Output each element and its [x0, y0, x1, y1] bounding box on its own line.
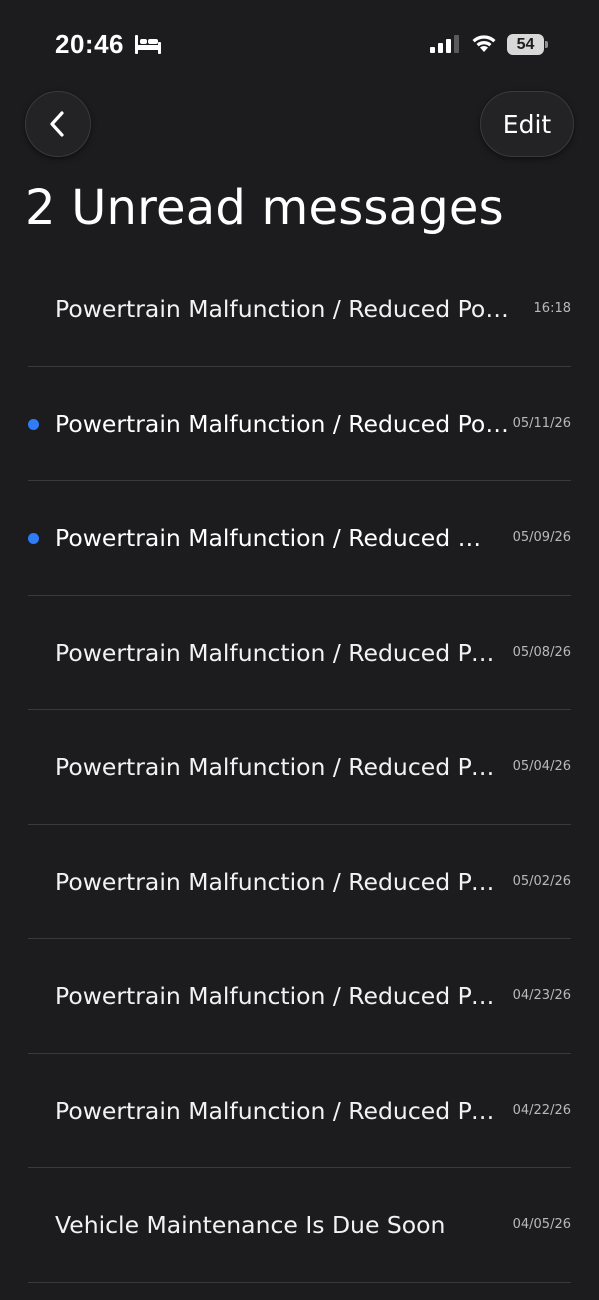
message-date: 05/11/26 [512, 415, 571, 431]
message-row[interactable]: Powertrain Malfunction / Reduced Power 05… [0, 825, 599, 939]
message-title: Powertrain Malfunction / Reduced Power [55, 409, 513, 438]
message-title: Powertrain Malfunction / Reduced Power [55, 753, 503, 781]
message-list: Powertrain Malfunction / Reduced Power 16… [0, 252, 599, 1283]
message-date: 05/08/26 [512, 644, 571, 660]
signal-icon [430, 35, 459, 53]
message-row[interactable]: Powertrain Malfunction / Reduced Power 05… [0, 710, 599, 825]
chevron-left-icon [50, 111, 64, 137]
message-row[interactable]: Vehicle Maintenance Is Due Soon 04/05/26 [0, 1168, 599, 1283]
message-row[interactable]: Powertrain Malfunction / Reduced Power 04… [0, 1054, 599, 1168]
message-row[interactable]: Powertrain Malfunction / Reduced Power 05… [0, 367, 599, 481]
message-date: 05/02/26 [512, 873, 571, 889]
battery-level: 54 [516, 36, 535, 53]
back-button[interactable] [25, 91, 91, 157]
wifi-icon [472, 35, 496, 52]
unread-dot-icon [28, 533, 39, 544]
message-date: 05/04/26 [512, 759, 571, 774]
message-title: Vehicle Maintenance Is Due Soon [55, 1211, 446, 1239]
edit-button[interactable]: Edit [480, 91, 574, 157]
message-title: Powertrain Malfunction / Reduced Power [55, 982, 505, 1010]
unread-dot-icon [28, 418, 39, 430]
message-title: Powertrain Malfunction / Reduced Power [55, 638, 503, 667]
message-date: 04/23/26 [512, 988, 571, 1003]
message-row[interactable]: Powertrain Malfunction / Reduced Power 16… [0, 252, 599, 367]
message-row[interactable]: Powertrain Malfunction / Reduced Power 05… [0, 596, 599, 710]
message-title: Powertrain Malfunction / Reduced Power [55, 1096, 505, 1125]
message-row[interactable]: Powertrain Malfunction / Reduced Power 05… [0, 481, 599, 596]
message-date: 04/22/26 [512, 1102, 571, 1118]
message-date: 16:18 [533, 301, 571, 316]
message-title: Powertrain Malfunction / Reduced Power [55, 867, 503, 896]
status-bar: 20:46 54 [0, 0, 599, 80]
divider [28, 1281, 571, 1283]
message-row[interactable]: Powertrain Malfunction / Reduced Power 04… [0, 939, 599, 1054]
status-time: 20:46 [55, 29, 124, 59]
message-date: 05/09/26 [512, 530, 571, 545]
message-title: Powertrain Malfunction / Reduced Power [55, 295, 515, 323]
battery-icon: 54 [507, 34, 548, 55]
bed-icon [135, 35, 161, 54]
message-title: Powertrain Malfunction / Reduced Power [55, 524, 493, 552]
page-title: 2 Unread messages [25, 180, 504, 236]
message-date: 04/05/26 [512, 1217, 571, 1232]
